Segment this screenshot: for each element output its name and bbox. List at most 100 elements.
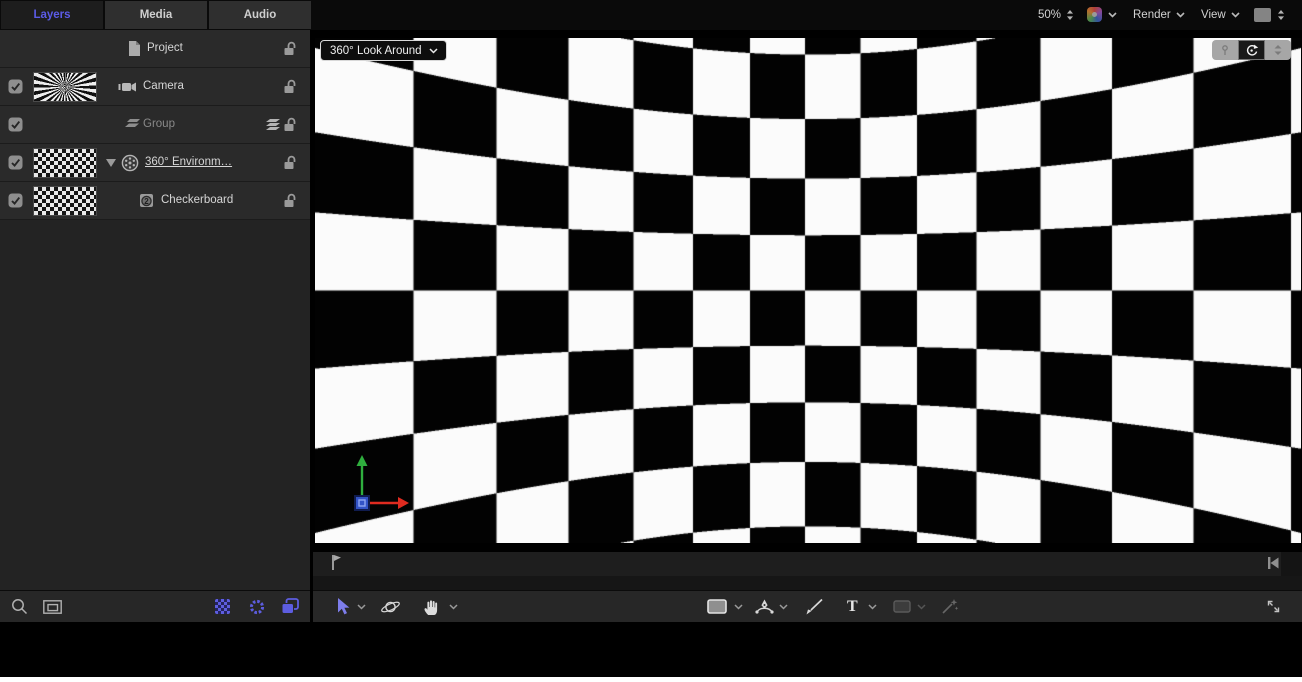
duplicate-layers-icon[interactable] bbox=[281, 598, 299, 615]
layers-panel: Project Camera bbox=[0, 30, 310, 590]
gear-icon[interactable] bbox=[249, 599, 265, 615]
playhead-marker[interactable] bbox=[331, 554, 343, 571]
checkbox-checked[interactable] bbox=[8, 155, 23, 170]
render-dropdown[interactable]: Render bbox=[1133, 0, 1185, 30]
unlock-icon[interactable] bbox=[283, 155, 297, 170]
chevron-down-icon bbox=[1231, 12, 1240, 18]
layer-label: Camera bbox=[143, 80, 184, 92]
stepper-icon bbox=[1066, 9, 1074, 21]
chevron-down-icon[interactable] bbox=[1108, 12, 1117, 18]
hand-tool-button[interactable] bbox=[423, 591, 440, 622]
checkerboard-filter-icon[interactable] bbox=[215, 599, 230, 614]
preview-frame-icon[interactable] bbox=[43, 600, 62, 614]
zoom-level-control[interactable]: 50% bbox=[1038, 0, 1074, 30]
camera-thumbnail[interactable] bbox=[33, 72, 97, 102]
end-of-project-marker[interactable] bbox=[1266, 556, 1280, 570]
pan-mode-icon bbox=[1219, 44, 1231, 56]
layer-row-camera[interactable]: Camera bbox=[0, 68, 310, 106]
unlock-icon[interactable] bbox=[283, 193, 297, 208]
chevron-down-icon[interactable] bbox=[734, 604, 743, 610]
orbit-rotate-icon bbox=[1243, 43, 1259, 58]
footer-空 bbox=[0, 622, 1302, 677]
pen-tool-icon bbox=[755, 598, 774, 616]
rectangle-mask-icon bbox=[893, 600, 911, 613]
tab-layers-label: Layers bbox=[33, 9, 70, 21]
chevron-down-icon[interactable] bbox=[868, 604, 877, 610]
dolly-mode-button[interactable] bbox=[1265, 40, 1291, 60]
layers-panel-footer bbox=[0, 590, 310, 622]
tab-media-label: Media bbox=[140, 9, 173, 21]
select-tool-button[interactable] bbox=[336, 591, 351, 622]
unlock-icon[interactable] bbox=[283, 79, 297, 94]
search-icon[interactable] bbox=[11, 598, 28, 615]
disclosure-triangle-icon[interactable] bbox=[106, 159, 116, 167]
checkerboard-thumbnail[interactable] bbox=[33, 186, 97, 216]
layer-row-environment-360[interactable]: 360° Environm… bbox=[0, 144, 310, 182]
cursor-arrow-icon bbox=[336, 598, 351, 615]
shape-tool-button[interactable] bbox=[707, 591, 727, 622]
view-dropdown[interactable]: View bbox=[1201, 0, 1240, 30]
panel-divider[interactable] bbox=[310, 30, 313, 622]
orbit-3d-icon bbox=[380, 598, 401, 616]
text-tool-button[interactable]: T bbox=[847, 591, 858, 622]
chevron-down-icon[interactable] bbox=[449, 604, 458, 610]
group-layers-icon bbox=[123, 119, 141, 131]
look-around-mode-control bbox=[1212, 40, 1291, 60]
timeline-out-of-range bbox=[1281, 552, 1302, 576]
canvas-area bbox=[313, 30, 1302, 550]
unlock-icon[interactable] bbox=[283, 41, 297, 56]
chevron-down-icon bbox=[1176, 12, 1185, 18]
timeline-lower-strip bbox=[313, 576, 1302, 590]
mini-timeline[interactable] bbox=[313, 550, 1302, 576]
view-mode-label: 360° Look Around bbox=[330, 45, 422, 57]
checkbox-checked[interactable] bbox=[8, 79, 23, 94]
layer-row-project[interactable]: Project bbox=[0, 30, 310, 68]
project-document-icon bbox=[127, 40, 141, 57]
bezier-pen-tool-button[interactable] bbox=[755, 591, 774, 622]
unlock-icon[interactable] bbox=[283, 117, 297, 132]
paint-stroke-tool-button[interactable] bbox=[805, 591, 824, 622]
chevron-down-icon[interactable] bbox=[357, 604, 366, 610]
checkbox-checked[interactable] bbox=[8, 117, 23, 132]
expand-fullscreen-icon[interactable] bbox=[1265, 598, 1282, 615]
swatch-dot bbox=[1092, 12, 1097, 17]
sphere-360-icon bbox=[121, 154, 139, 172]
generator-icon: 2 bbox=[139, 193, 155, 209]
canvas-toolbar: T bbox=[313, 590, 1302, 622]
render-label: Render bbox=[1133, 9, 1171, 21]
orbit-3d-tool-button[interactable] bbox=[380, 591, 401, 622]
orbit-mode-button[interactable] bbox=[1238, 40, 1264, 60]
layer-label: Checkerboard bbox=[161, 194, 233, 206]
view-mode-popup[interactable]: 360° Look Around bbox=[320, 40, 447, 61]
chevron-down-icon-disabled bbox=[917, 604, 926, 610]
brush-icon bbox=[805, 598, 824, 616]
stepper-icon[interactable] bbox=[1277, 9, 1285, 21]
magic-wand-icon bbox=[941, 598, 959, 615]
rectangle-shape-icon bbox=[707, 599, 727, 614]
background-swatch[interactable] bbox=[1254, 8, 1271, 22]
tab-audio-label: Audio bbox=[244, 9, 277, 21]
text-tool-glyph: T bbox=[847, 598, 858, 616]
environment-thumbnail[interactable] bbox=[33, 148, 97, 178]
channel-color-swatch[interactable] bbox=[1087, 7, 1102, 22]
chevron-down-icon bbox=[429, 48, 438, 54]
mask-tool-button-disabled bbox=[893, 591, 911, 622]
dolly-mode-icon bbox=[1273, 44, 1283, 56]
pan-mode-button[interactable] bbox=[1212, 40, 1238, 60]
stacked-layers-icon bbox=[265, 118, 281, 131]
tab-layers[interactable]: Layers bbox=[1, 1, 103, 29]
tab-media[interactable]: Media bbox=[105, 1, 207, 29]
chevron-down-icon[interactable] bbox=[779, 604, 788, 610]
adjust-wand-button-disabled bbox=[941, 591, 959, 622]
layer-label: Group bbox=[143, 118, 175, 130]
camera-icon bbox=[118, 81, 137, 93]
layer-row-group[interactable]: Group bbox=[0, 106, 310, 144]
viewport-canvas[interactable] bbox=[315, 38, 1301, 543]
layer-row-checkerboard[interactable]: 2 Checkerboard bbox=[0, 182, 310, 220]
layer-label: Project bbox=[147, 42, 183, 54]
screenshot-bottom-edge bbox=[0, 677, 1302, 682]
checkbox-checked[interactable] bbox=[8, 193, 23, 208]
axis-gizmo[interactable] bbox=[340, 450, 420, 520]
zoom-level-value: 50% bbox=[1038, 9, 1061, 21]
tab-audio[interactable]: Audio bbox=[209, 1, 311, 29]
